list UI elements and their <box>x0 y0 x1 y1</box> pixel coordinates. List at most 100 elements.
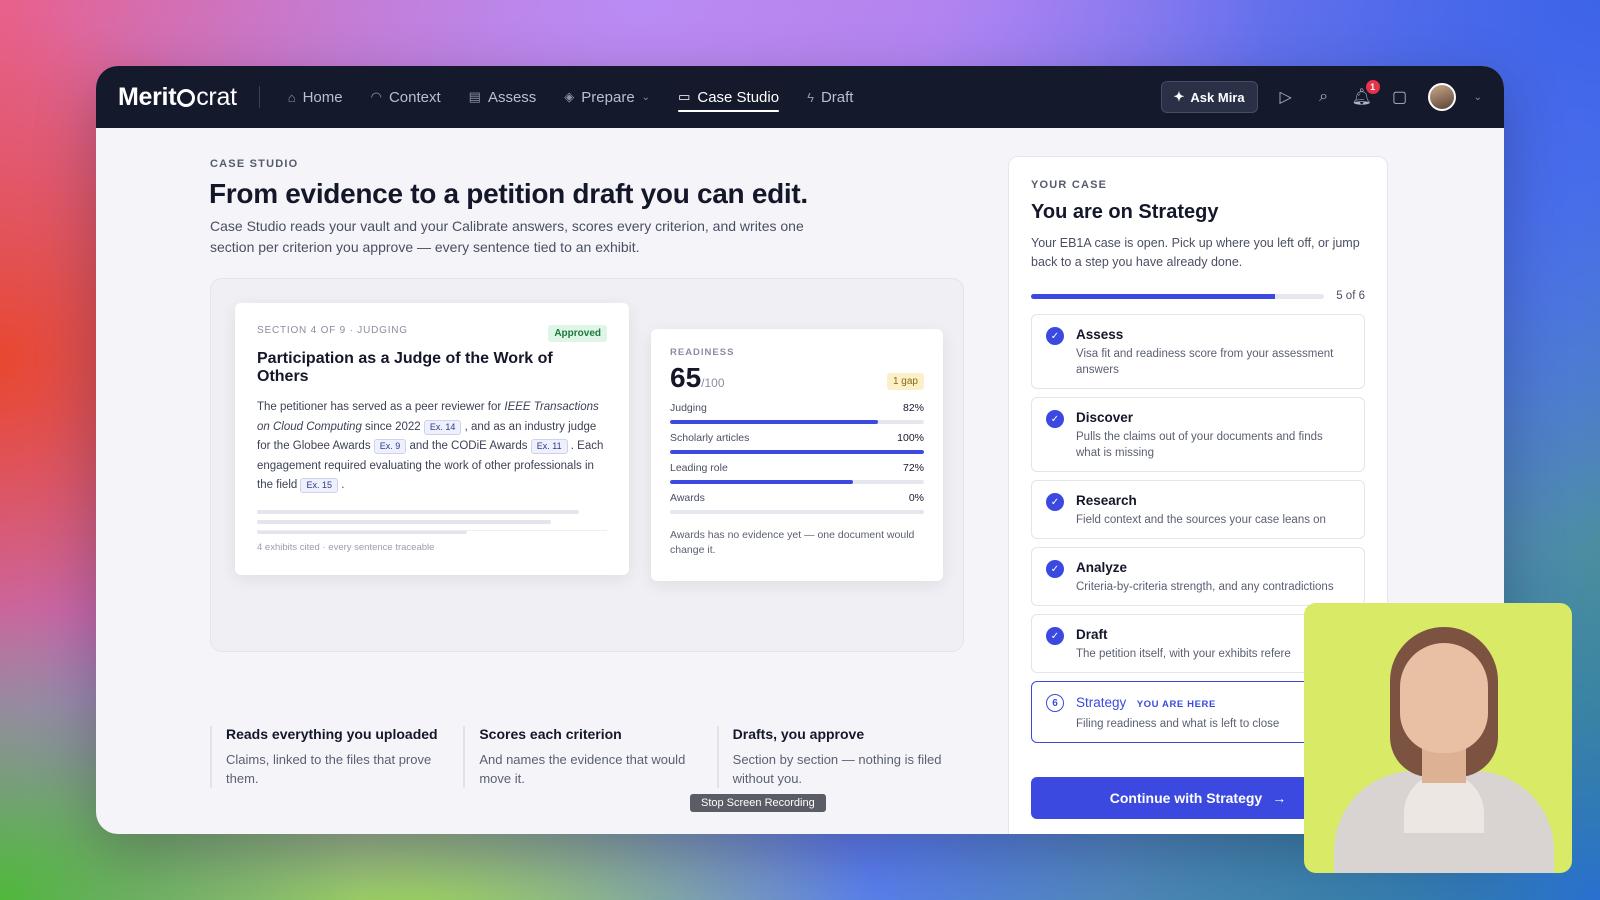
nav-home[interactable]: ⌂ Home <box>274 66 357 128</box>
context-icon: ◠ <box>370 89 382 104</box>
section-body: The petitioner has served as a peer revi… <box>257 398 607 496</box>
divider <box>257 530 607 531</box>
readiness-score: 65/100 <box>670 362 924 394</box>
continue-label: Continue with Strategy <box>1109 790 1263 806</box>
bell-icon[interactable]: 🔔︎ 1 <box>1351 80 1380 107</box>
skeleton-line <box>257 519 551 524</box>
avatar[interactable] <box>1427 83 1456 111</box>
metric-header: Awards 0% <box>670 492 924 504</box>
step-research[interactable]: ✓ Research Field context and the sources… <box>1031 480 1365 539</box>
readiness-label: READINESS <box>670 347 735 358</box>
presenter-face <box>1400 643 1488 753</box>
top-navbar: Merit crat ⌂ Home ◠ Context ▤ Assess ◈ Pr… <box>96 66 1504 128</box>
metric-row: Awards 0% <box>670 492 924 514</box>
preview-showcase: SECTION 4 OF 9 · JUDGING Approved Partic… <box>210 278 964 652</box>
metric-bar <box>670 420 924 424</box>
ask-mira-button[interactable]: ✦ Ask Mira <box>1160 81 1258 113</box>
readiness-card: READINESS 65/100 1 gap Judging 82% Scholar… <box>651 329 943 581</box>
presenter-video[interactable] <box>1304 603 1572 873</box>
case-progress: 5 of 6 <box>1031 290 1365 302</box>
step-title: Discover <box>1076 410 1134 425</box>
chevron-down-icon[interactable]: ⌄ <box>1474 92 1482 103</box>
metric-percent: 72% <box>902 462 924 474</box>
metric-bar <box>670 450 924 454</box>
body-text: since 2022 <box>361 420 424 433</box>
logo[interactable]: Merit crat <box>118 83 237 112</box>
exhibit-tag[interactable]: Ex. 11 <box>530 439 568 454</box>
nav-divider <box>258 86 260 108</box>
layers-icon: ◈ <box>564 89 575 104</box>
metric-bar <box>670 510 924 514</box>
nav-assess[interactable]: ▤ Assess <box>455 66 551 128</box>
metric-name: Leading role <box>670 462 728 474</box>
feature-desc: Claims, linked to the files that prove t… <box>226 752 432 786</box>
main-content: CASE STUDIO From evidence to a petition … <box>96 128 1504 834</box>
nav-case-studio[interactable]: ▭ Case Studio <box>664 66 793 128</box>
step-title: Assess <box>1076 327 1124 342</box>
check-icon: ✓ <box>1046 410 1064 428</box>
metric-bar-fill <box>670 450 924 454</box>
step-title: Analyze <box>1076 560 1128 575</box>
metric-bar <box>670 480 924 484</box>
nav-case-studio-label: Case Studio <box>697 88 780 106</box>
metric-header: Scholarly articles 100% <box>670 432 924 444</box>
play-icon[interactable]: ▷ <box>1276 87 1296 107</box>
chevron-down-icon: ⌄ <box>641 91 651 103</box>
metric-name: Scholarly articles <box>670 432 750 444</box>
step-desc: Criteria-by-criteria strength, and any c… <box>1076 581 1334 593</box>
progress-fill <box>1031 293 1276 299</box>
page-title: From evidence to a petition draft you ca… <box>209 178 808 209</box>
arrow-right-icon: → <box>1272 790 1287 806</box>
feature-item: Drafts, you approve Section by section —… <box>716 726 948 788</box>
logo-prefix: Merit <box>118 82 177 111</box>
metric-name: Awards <box>670 492 705 504</box>
check-icon: ✓ <box>1046 627 1064 645</box>
score-value: 65 <box>670 362 702 393</box>
status-badge: Approved <box>548 325 607 342</box>
logo-suffix: crat <box>196 82 237 111</box>
step-number: 6 <box>1046 694 1064 712</box>
metric-bar-fill <box>670 480 853 484</box>
metric-percent: 100% <box>897 432 924 444</box>
exhibit-tag[interactable]: Ex. 14 <box>423 419 462 435</box>
step-title: Strategy <box>1076 695 1127 710</box>
metric-percent: 0% <box>908 492 924 504</box>
ask-mira-label: Ask Mira <box>1190 89 1245 105</box>
feature-desc: Section by section — nothing is filed wi… <box>732 752 942 786</box>
nav-draft-label: Draft <box>820 88 854 106</box>
body-text: and the CODiE Awards <box>406 440 531 452</box>
metric-row: Judging 82% <box>670 402 924 424</box>
feature-title: Reads everything you uploaded <box>226 726 438 742</box>
feature-list: Reads everything you uploaded Claims, li… <box>210 726 970 788</box>
readiness-metrics: Judging 82% Scholarly articles 100% Leading … <box>670 402 924 514</box>
body-text: . <box>338 479 345 491</box>
notification-badge: 1 <box>1365 80 1380 94</box>
step-assess[interactable]: ✓ Assess Visa fit and readiness score fr… <box>1031 314 1365 389</box>
skeleton-line <box>257 509 579 514</box>
exhibit-tag[interactable]: Ex. 15 <box>300 478 338 493</box>
clipboard-icon: ▤ <box>468 89 481 104</box>
check-icon: ✓ <box>1046 327 1064 345</box>
case-title: You are on Strategy <box>1031 201 1219 223</box>
case-desc: Your EB1A case is open. Pick up where yo… <box>1031 236 1360 269</box>
metric-percent: 82% <box>902 402 924 414</box>
app-window: Merit crat ⌂ Home ◠ Context ▤ Assess ◈ Pr… <box>96 66 1504 834</box>
step-discover[interactable]: ✓ Discover Pulls the claims out of your … <box>1031 397 1365 472</box>
step-desc: Field context and the sources your case … <box>1076 514 1326 526</box>
step-analyze[interactable]: ✓ Analyze Criteria-by-criteria strength,… <box>1031 547 1365 606</box>
nav-context-label: Context <box>388 88 441 106</box>
exhibit-tag[interactable]: Ex. 9 <box>373 439 407 454</box>
chat-icon[interactable]: ▢ <box>1390 87 1410 107</box>
feature-item: Reads everything you uploaded Claims, li… <box>210 726 441 788</box>
metric-row: Scholarly articles 100% <box>670 432 924 454</box>
search-icon[interactable]: ⌕ <box>1314 87 1334 107</box>
logo-mark-icon <box>177 88 196 107</box>
section-footer: 4 exhibits cited · every sentence tracea… <box>257 542 435 553</box>
nav-draft[interactable]: ϟ Draft <box>793 66 867 128</box>
feature-item: Scores each criterion And names the evid… <box>463 726 694 788</box>
nav-home-label: Home <box>302 88 343 106</box>
nav-prepare[interactable]: ◈ Prepare ⌄ <box>550 66 664 128</box>
nav-context[interactable]: ◠ Context <box>357 66 455 128</box>
metric-header: Leading role 72% <box>670 462 924 474</box>
stop-recording-button[interactable]: Stop Screen Recording <box>690 794 826 812</box>
